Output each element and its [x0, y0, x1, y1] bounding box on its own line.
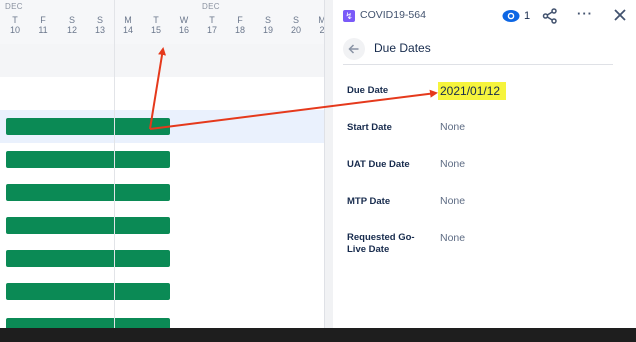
screen: DEC DEC T 10 F 11 S 12 S 13 M 14 T 15 W 16 T 17 …: [0, 0, 636, 328]
day-column: S 13: [94, 15, 105, 35]
timeline-row[interactable]: [0, 275, 326, 308]
more-icon[interactable]: ···: [577, 6, 593, 21]
field-value-uat-due-date[interactable]: None: [440, 158, 465, 170]
timeline-row[interactable]: [0, 209, 326, 242]
day-column: T 17: [206, 15, 217, 35]
task-bar[interactable]: [6, 250, 170, 267]
timeline-row[interactable]: [0, 110, 326, 143]
arrow-left-icon: [348, 44, 359, 54]
task-bar[interactable]: [6, 151, 170, 168]
task-bar[interactable]: [6, 283, 170, 300]
panel-header: ↯ COVID19-564 1 ···: [333, 0, 636, 34]
day-column: W 16: [178, 15, 189, 35]
eye-icon: [502, 10, 520, 22]
timeline-row[interactable]: [0, 176, 326, 209]
close-icon[interactable]: [613, 8, 627, 22]
month-label: DEC: [5, 2, 23, 11]
timeline-row[interactable]: [0, 242, 326, 275]
day-column: S 19: [262, 15, 273, 35]
issue-detail-panel: ↯ COVID19-564 1 ··· Due Dates Due Date 2…: [333, 0, 636, 328]
month-label: DEC: [202, 2, 220, 11]
field-value-requested-go-live-date[interactable]: None: [440, 232, 465, 244]
task-bar[interactable]: [6, 118, 170, 135]
share-icon[interactable]: [542, 8, 558, 24]
field-label-requested-go-live-date: Requested Go-Live Date: [347, 232, 415, 255]
timeline-header: DEC DEC T 10 F 11 S 12 S 13 M 14 T 15 W 16 T 17 …: [0, 0, 332, 45]
week-divider: [114, 0, 115, 44]
day-column: M 14: [122, 15, 133, 35]
week-divider: [114, 44, 115, 328]
bottom-bar: [0, 328, 636, 342]
section-header: Due Dates: [343, 36, 613, 65]
section-title: Due Dates: [374, 41, 431, 55]
field-value-start-date[interactable]: None: [440, 121, 465, 133]
panel-divider[interactable]: [324, 0, 333, 328]
issue-type-icon: ↯: [343, 10, 355, 22]
day-column: T 10: [9, 15, 20, 35]
timeline-row[interactable]: [0, 143, 326, 176]
timeline-row[interactable]: [0, 308, 326, 328]
back-button[interactable]: [343, 38, 365, 60]
field-label-start-date: Start Date: [347, 122, 392, 133]
task-bar[interactable]: [6, 217, 170, 234]
timeline-view: DEC DEC T 10 F 11 S 12 S 13 M 14 T 15 W 16 T 17 …: [0, 0, 332, 328]
day-column: S 12: [66, 15, 77, 35]
field-value-due-date[interactable]: 2021/01/12: [438, 82, 507, 100]
issue-key-link[interactable]: COVID19-564: [360, 9, 426, 21]
day-column: F 11: [38, 15, 48, 35]
task-bar[interactable]: [6, 184, 170, 201]
field-value-mtp-date[interactable]: None: [440, 195, 465, 207]
timeline-row: [0, 77, 326, 110]
day-column: T 15: [150, 15, 161, 35]
day-column: S 20: [290, 15, 301, 35]
field-label-mtp-date: MTP Date: [347, 196, 391, 207]
timeline-row: [0, 44, 326, 77]
watch-count: 1: [524, 10, 531, 22]
field-label-uat-due-date: UAT Due Date: [347, 159, 410, 170]
task-bar[interactable]: [6, 318, 170, 328]
field-label-due-date: Due Date: [347, 85, 389, 96]
day-column: F 18: [234, 15, 245, 35]
